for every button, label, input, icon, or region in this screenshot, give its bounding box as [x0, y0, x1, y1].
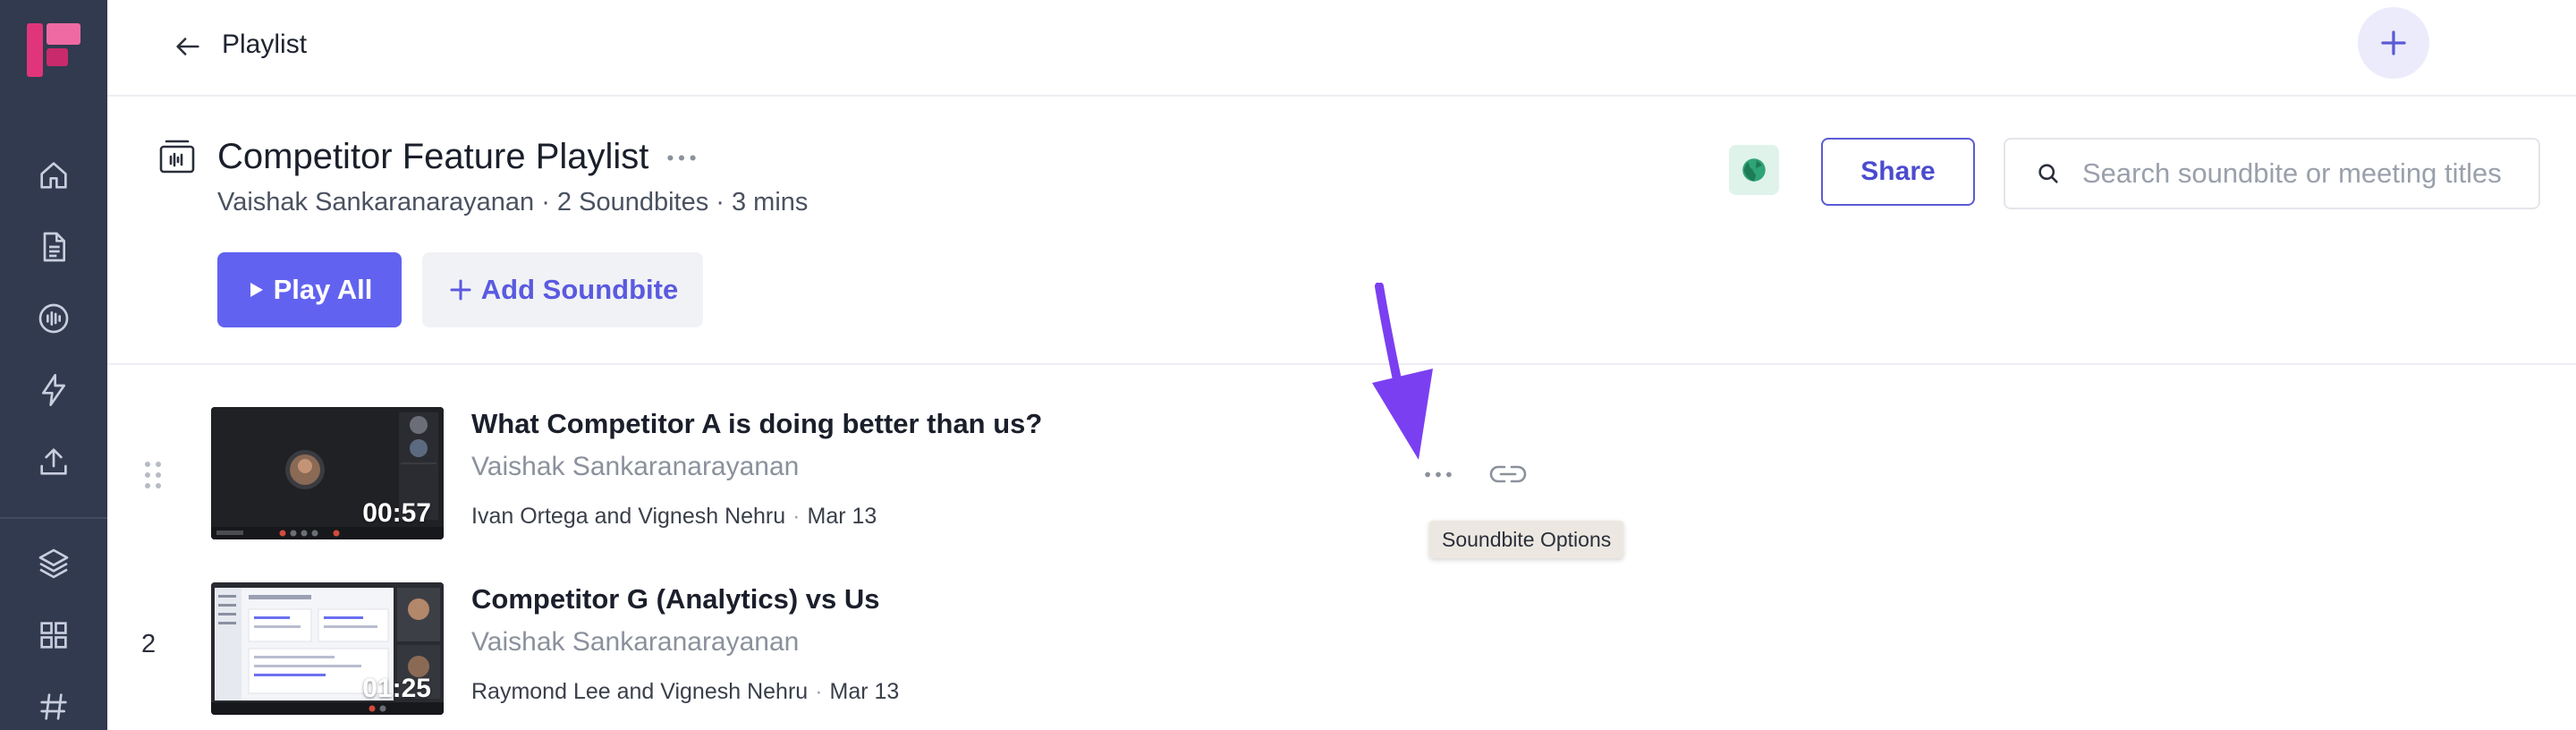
create-button[interactable]: [2358, 7, 2429, 79]
play-all-button[interactable]: Play All: [217, 252, 402, 327]
soundbite-owner: Vaishak Sankaranarayanan: [471, 627, 800, 657]
search-input[interactable]: [2082, 157, 2538, 190]
playlist-meta: Vaishak Sankaranarayanan · 2 Soundbites …: [217, 188, 809, 216]
play-all-label: Play All: [273, 274, 373, 305]
section-divider: [107, 363, 2576, 365]
add-soundbite-button[interactable]: Add Soundbite: [422, 252, 703, 327]
search-box[interactable]: [2004, 138, 2540, 209]
soundbite-details: Ivan Ortega and Vignesh Nehru · Mar 13: [471, 501, 877, 531]
add-soundbite-label: Add Soundbite: [480, 274, 679, 305]
playlist-icon: [157, 138, 197, 177]
document-icon[interactable]: [30, 224, 77, 270]
plus-icon: [450, 279, 471, 301]
search-icon: [2038, 164, 2058, 183]
soundbite-participants: Ivan Ortega and Vignesh Nehru: [471, 504, 786, 529]
video-thumbnail[interactable]: 00:57: [211, 407, 444, 539]
video-thumbnail[interactable]: 01:25: [211, 582, 444, 715]
sidebar: [0, 0, 107, 730]
playlist-more-icon[interactable]: [664, 145, 699, 170]
soundbite-title[interactable]: What Competitor A is doing better than u…: [471, 405, 1042, 443]
play-icon: [250, 283, 263, 297]
home-icon[interactable]: [30, 152, 77, 199]
drag-handle-icon[interactable]: [143, 460, 163, 490]
visibility-button[interactable]: [1729, 145, 1779, 195]
top-bar: Playlist: [107, 0, 2576, 97]
hashtag-icon[interactable]: [30, 683, 77, 730]
duration-badge: 00:57: [362, 498, 431, 528]
sidebar-divider: [0, 517, 107, 519]
soundwave-icon[interactable]: [30, 295, 77, 342]
soundbite-options-tooltip: Soundbite Options: [1429, 521, 1624, 558]
annotation-arrow: [1360, 282, 1458, 462]
lightning-icon[interactable]: [30, 367, 77, 413]
share-button[interactable]: Share: [1821, 138, 1975, 206]
breadcrumb: Playlist: [222, 30, 308, 59]
soundbite-participants: Raymond Lee and Vignesh Nehru: [471, 679, 809, 704]
plus-icon: [2381, 30, 2406, 55]
layers-icon[interactable]: [30, 540, 77, 587]
soundbite-date: Mar 13: [829, 679, 900, 704]
duration-badge: 01:25: [362, 674, 431, 703]
copy-link-icon[interactable]: [1488, 458, 1528, 490]
globe-icon: [1742, 158, 1766, 182]
soundbite-options-icon[interactable]: [1420, 462, 1456, 487]
upload-icon[interactable]: [30, 438, 77, 485]
soundbite-date: Mar 13: [807, 504, 877, 529]
separator-dot: ·: [792, 504, 801, 529]
soundbite-owner: Vaishak Sankaranarayanan: [471, 452, 800, 481]
row-number: 2: [141, 630, 157, 658]
app-logo[interactable]: [23, 20, 84, 81]
soundbite-details: Raymond Lee and Vignesh Nehru · Mar 13: [471, 676, 899, 707]
apps-grid-icon[interactable]: [30, 612, 77, 658]
separator-dot: ·: [815, 679, 823, 704]
back-arrow-icon[interactable]: [163, 21, 213, 72]
playlist-title: Competitor Feature Playlist: [217, 137, 649, 176]
soundbite-title[interactable]: Competitor G (Analytics) vs Us: [471, 581, 879, 618]
